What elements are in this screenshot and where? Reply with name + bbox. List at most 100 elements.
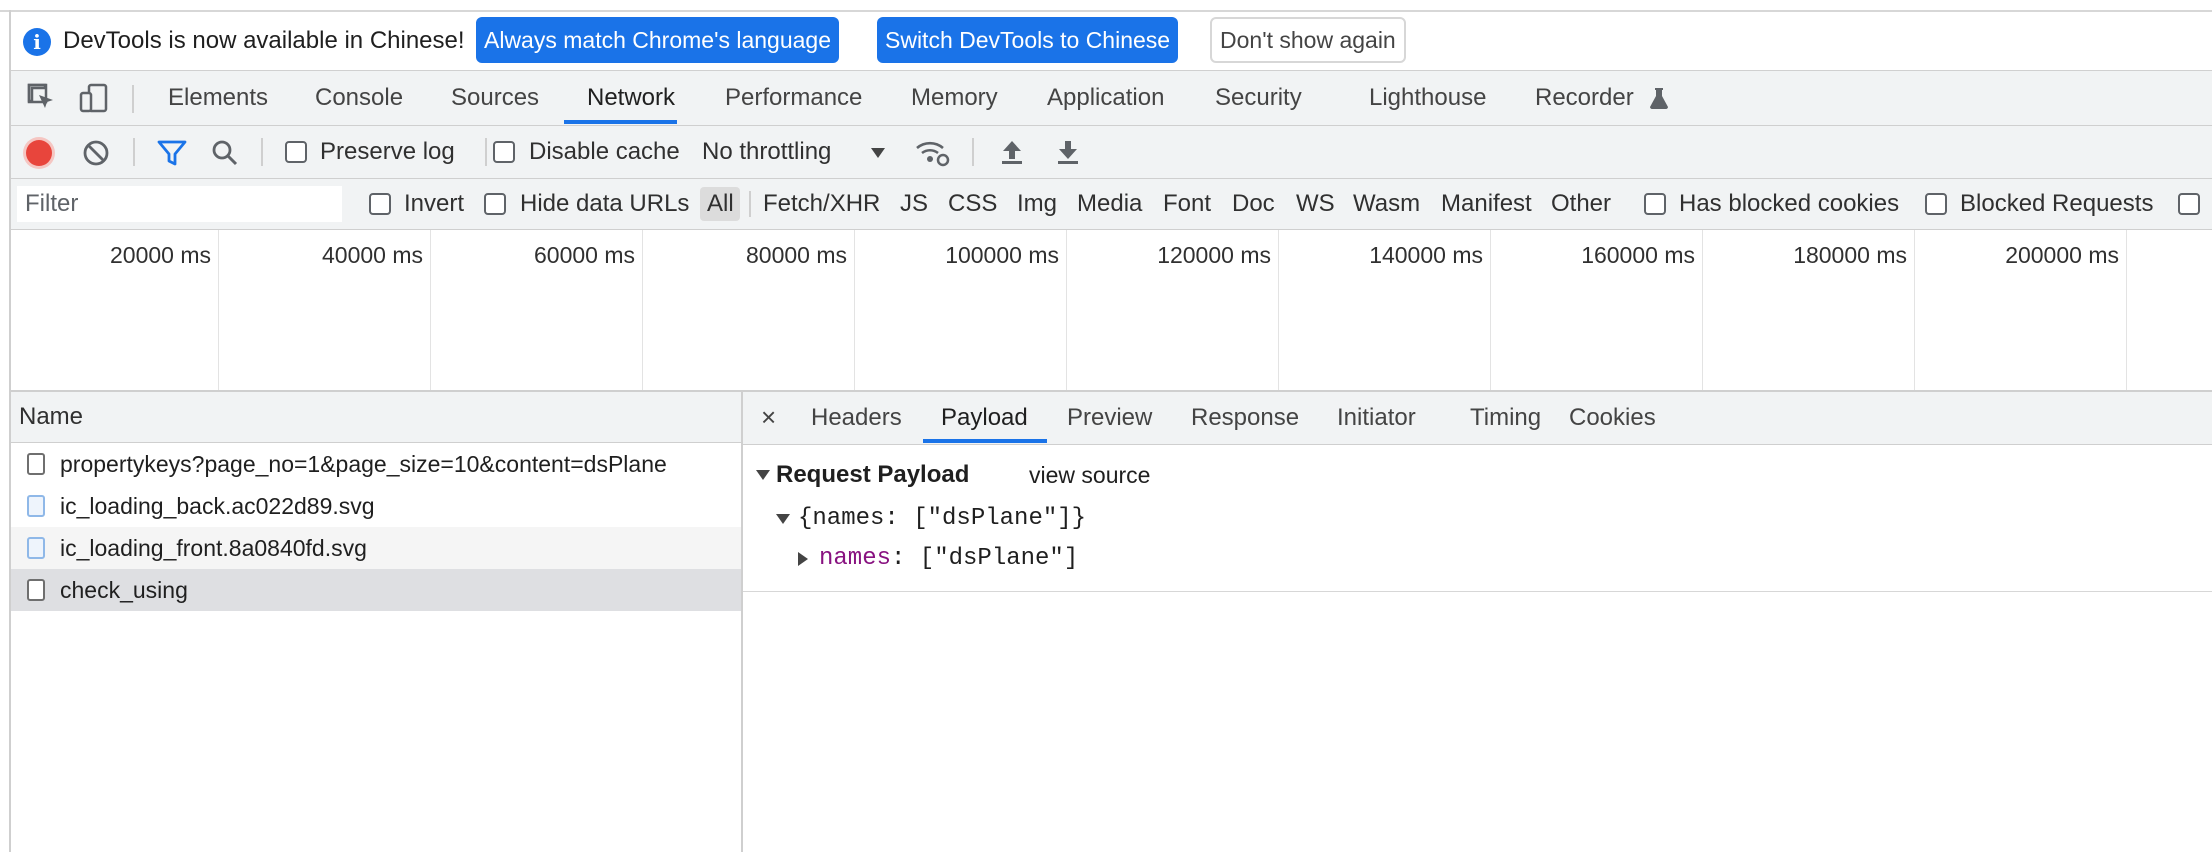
type-filter-all[interactable]: All bbox=[707, 179, 734, 229]
expand-triangle-icon[interactable] bbox=[776, 514, 790, 524]
type-filter-other[interactable]: Other bbox=[1551, 179, 1611, 229]
hide-data-urls-label: Hide data URLs bbox=[520, 190, 690, 217]
request-name: ic_loading_back.ac022d89.svg bbox=[60, 493, 375, 519]
search-icon[interactable] bbox=[210, 138, 240, 168]
tab-security[interactable]: Security bbox=[1215, 71, 1302, 125]
throttling-dropdown-icon[interactable] bbox=[871, 148, 885, 158]
timeline-grid-line bbox=[218, 230, 219, 390]
experiment-flask-icon bbox=[1648, 86, 1670, 110]
record-icon[interactable] bbox=[26, 140, 52, 166]
request-row[interactable]: propertykeys?page_no=1&page_size=10&cont… bbox=[11, 443, 741, 485]
tab-console[interactable]: Console bbox=[315, 71, 403, 125]
timeline-grid-line bbox=[1490, 230, 1491, 390]
filter-divider bbox=[749, 191, 751, 217]
has-blocked-cookies-checkbox[interactable] bbox=[1644, 193, 1666, 215]
request-row-selected[interactable]: check_using bbox=[11, 569, 741, 611]
has-blocked-cookies-label: Has blocked cookies bbox=[1679, 190, 1900, 217]
timeline-tick-label: 160000 ms bbox=[1581, 242, 1695, 268]
invert-checkbox[interactable] bbox=[369, 193, 391, 215]
third-party-checkbox[interactable] bbox=[2178, 193, 2200, 215]
tab-preview[interactable]: Preview bbox=[1067, 392, 1152, 444]
always-match-language-button[interactable]: Always match Chrome's language bbox=[476, 17, 839, 63]
blocked-requests-checkbox[interactable] bbox=[1925, 193, 1947, 215]
tab-sources[interactable]: Sources bbox=[451, 71, 539, 125]
image-file-icon bbox=[27, 495, 45, 517]
timeline-grid-line bbox=[2126, 230, 2127, 390]
language-infobar: i DevTools is now available in Chinese! … bbox=[11, 12, 2212, 71]
type-filter-img[interactable]: Img bbox=[1017, 179, 1057, 229]
tab-memory[interactable]: Memory bbox=[911, 71, 998, 125]
tab-application[interactable]: Application bbox=[1047, 71, 1164, 125]
toolbar-divider bbox=[485, 138, 487, 166]
type-filter-js[interactable]: JS bbox=[900, 179, 928, 229]
switch-to-chinese-button[interactable]: Switch DevTools to Chinese bbox=[877, 17, 1179, 63]
active-detail-tab-indicator bbox=[923, 439, 1047, 443]
export-har-icon[interactable] bbox=[1055, 138, 1081, 166]
type-filter-css[interactable]: CSS bbox=[948, 179, 997, 229]
dont-show-again-button[interactable]: Don't show again bbox=[1210, 17, 1406, 63]
timeline-tick-label: 80000 ms bbox=[745, 242, 847, 268]
expand-triangle-icon[interactable] bbox=[798, 552, 808, 566]
timeline-grid-line bbox=[1066, 230, 1067, 390]
name-column-header[interactable]: Name bbox=[19, 392, 83, 442]
tab-performance[interactable]: Performance bbox=[725, 71, 862, 125]
collapse-triangle-icon[interactable] bbox=[756, 470, 770, 480]
tab-elements[interactable]: Elements bbox=[168, 71, 268, 125]
tab-headers[interactable]: Headers bbox=[811, 392, 902, 444]
timeline-tick-label: 40000 ms bbox=[321, 242, 423, 268]
filter-bar: Invert Hide data URLs All Fetch/XHR JS C… bbox=[11, 179, 2212, 230]
type-filter-ws[interactable]: WS bbox=[1296, 179, 1335, 229]
tab-initiator[interactable]: Initiator bbox=[1337, 392, 1416, 444]
tab-recorder[interactable]: Recorder bbox=[1535, 71, 1634, 125]
payload-divider bbox=[743, 591, 2212, 592]
import-har-icon[interactable] bbox=[999, 138, 1025, 166]
network-toolbar: Preserve log Disable cache No throttling bbox=[11, 126, 2212, 179]
tab-cookies[interactable]: Cookies bbox=[1569, 392, 1656, 444]
request-row[interactable]: ic_loading_front.8a0840fd.svg bbox=[11, 527, 741, 569]
throttling-select[interactable]: No throttling bbox=[702, 126, 831, 178]
request-payload-title[interactable]: Request Payload bbox=[776, 458, 969, 492]
type-filter-manifest[interactable]: Manifest bbox=[1441, 179, 1532, 229]
timeline-grid-line bbox=[430, 230, 431, 390]
network-overview-timeline[interactable]: 20000 ms 40000 ms 60000 ms 80000 ms 1000… bbox=[11, 230, 2212, 392]
type-filter-wasm[interactable]: Wasm bbox=[1353, 179, 1420, 229]
filter-icon[interactable] bbox=[156, 138, 188, 168]
filter-input[interactable] bbox=[17, 186, 342, 222]
payload-property-key[interactable]: names bbox=[819, 542, 891, 576]
active-tab-indicator bbox=[564, 120, 677, 124]
infobar-message: DevTools is now available in Chinese! bbox=[63, 27, 465, 54]
request-list-header[interactable]: Name bbox=[11, 392, 741, 443]
view-source-link[interactable]: view source bbox=[1029, 458, 1150, 492]
type-filter-font[interactable]: Font bbox=[1163, 179, 1211, 229]
timeline-tick-label: 180000 ms bbox=[1793, 242, 1907, 268]
devtools-tab-bar: Elements Console Sources Network Perform… bbox=[11, 71, 2212, 126]
type-filter-fetch-xhr[interactable]: Fetch/XHR bbox=[763, 179, 880, 229]
timeline-tick-label: 60000 ms bbox=[533, 242, 635, 268]
request-name: propertykeys?page_no=1&page_size=10&cont… bbox=[60, 451, 667, 477]
timeline-grid-line bbox=[1702, 230, 1703, 390]
inspect-element-icon[interactable] bbox=[25, 81, 59, 115]
close-detail-icon[interactable]: × bbox=[761, 392, 776, 442]
network-conditions-icon[interactable] bbox=[914, 136, 950, 168]
preserve-log-label: Preserve log bbox=[320, 138, 455, 165]
disable-cache-checkbox[interactable] bbox=[493, 141, 515, 163]
timeline-tick-label: 120000 ms bbox=[1157, 242, 1271, 268]
type-filter-media[interactable]: Media bbox=[1077, 179, 1142, 229]
tab-timing[interactable]: Timing bbox=[1470, 392, 1541, 444]
tab-network[interactable]: Network bbox=[587, 71, 675, 125]
payload-object-summary[interactable]: {names: ["dsPlane"]} bbox=[798, 502, 1086, 536]
request-row[interactable]: ic_loading_back.ac022d89.svg bbox=[11, 485, 741, 527]
hide-data-urls-checkbox[interactable] bbox=[484, 193, 506, 215]
device-toolbar-icon[interactable] bbox=[77, 81, 111, 115]
timeline-tick-label: 140000 ms bbox=[1369, 242, 1483, 268]
timeline-grid-line bbox=[1278, 230, 1279, 390]
tab-lighthouse[interactable]: Lighthouse bbox=[1369, 71, 1486, 125]
preserve-log-checkbox[interactable] bbox=[285, 141, 307, 163]
clear-icon[interactable] bbox=[82, 139, 110, 167]
tab-response[interactable]: Response bbox=[1191, 392, 1299, 444]
tab-payload[interactable]: Payload bbox=[941, 392, 1028, 444]
type-filter-doc[interactable]: Doc bbox=[1232, 179, 1275, 229]
timeline-grid-line bbox=[642, 230, 643, 390]
detail-tab-bar: × Headers Payload Preview Response Initi… bbox=[743, 392, 2212, 445]
payload-property-value: : ["dsPlane"] bbox=[891, 545, 1079, 572]
